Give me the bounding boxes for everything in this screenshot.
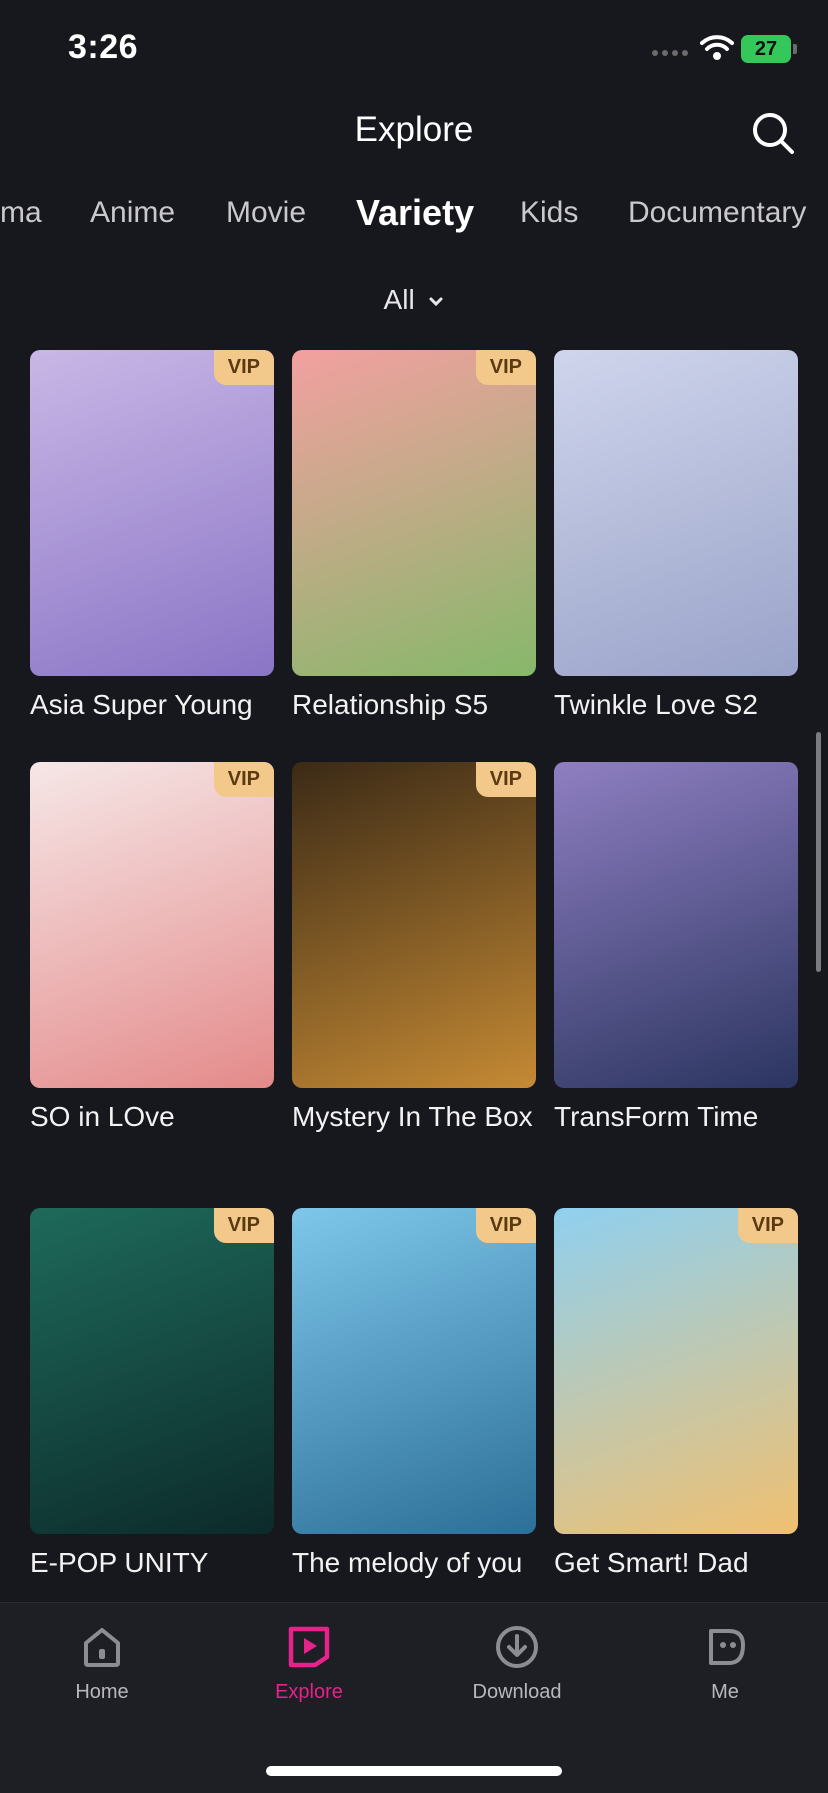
show-card[interactable]: TransForm Time [554, 762, 798, 1134]
show-poster[interactable] [554, 350, 798, 676]
filter-label: All [383, 284, 415, 315]
nav-download[interactable]: Download [442, 1623, 592, 1704]
vip-badge: VIP [475, 350, 536, 385]
nav-explore[interactable]: Explore [234, 1623, 384, 1704]
wifi-icon [700, 35, 734, 60]
nav-home-label: Home [75, 1681, 129, 1703]
battery-icon: 27 [741, 35, 791, 63]
show-card[interactable]: VIP Relationship S5 [292, 350, 536, 722]
home-indicator [266, 1766, 562, 1776]
poster-image [292, 350, 536, 676]
download-icon [496, 1626, 538, 1668]
show-title: The melody of you [292, 1547, 523, 1578]
show-poster[interactable]: VIP [30, 350, 274, 676]
show-card[interactable]: VIP SO in LOve [30, 762, 274, 1134]
show-poster[interactable]: VIP [554, 1208, 798, 1534]
battery-cap [793, 44, 797, 54]
show-title: Relationship S5 [292, 689, 489, 720]
tab-anime[interactable]: Anime [90, 196, 175, 230]
vip-badge: VIP [475, 762, 536, 797]
vip-badge: VIP [213, 350, 274, 385]
cellular-signal-icon [652, 50, 688, 56]
nav-home[interactable]: Home [27, 1623, 177, 1704]
tab-documentary[interactable]: Documentary [628, 196, 806, 230]
bottom-nav: Home Explore Download Me [0, 1602, 828, 1793]
tab-variety[interactable]: Variety [356, 196, 474, 234]
show-title: Asia Super Young [30, 689, 253, 720]
status-time: 3:26 [68, 28, 139, 66]
nav-explore-label: Explore [275, 1681, 343, 1703]
tab-kids[interactable]: Kids [520, 196, 578, 230]
show-poster[interactable]: VIP [292, 1208, 536, 1534]
poster-image [30, 1208, 274, 1534]
show-poster[interactable]: VIP [30, 1208, 274, 1534]
vip-badge: VIP [213, 1208, 274, 1243]
nav-me-label: Me [711, 1681, 739, 1703]
category-tabs: ma Anime Movie Variety Kids Documentary [0, 196, 828, 246]
show-card[interactable]: VIP Mystery In The Box [292, 762, 536, 1134]
show-card[interactable]: VIP E-POP UNITY [30, 1208, 274, 1580]
show-poster[interactable]: VIP [292, 762, 536, 1088]
nav-download-label: Download [472, 1681, 562, 1703]
nav-me[interactable]: Me [650, 1623, 800, 1704]
show-poster[interactable]: VIP [292, 350, 536, 676]
chevron-down-icon [429, 297, 443, 306]
status-bar: 3:26 27 [0, 0, 828, 100]
poster-image [30, 762, 274, 1088]
show-title: Mystery In The Box [292, 1101, 533, 1132]
show-title: E-POP UNITY [30, 1547, 209, 1578]
show-card[interactable]: VIP Get Smart! Dad [554, 1208, 798, 1580]
tab-drama[interactable]: ma [0, 196, 42, 230]
poster-image [554, 350, 798, 676]
poster-image [554, 762, 798, 1088]
show-grid: VIP Asia Super Young VIP Relationship S5 Twi… [30, 350, 800, 1598]
show-card[interactable]: VIP Asia Super Young [30, 350, 274, 722]
poster-image [292, 1208, 536, 1534]
poster-image [30, 350, 274, 676]
vip-badge: VIP [213, 762, 274, 797]
scrollbar[interactable] [816, 732, 821, 972]
show-title: Twinkle Love S2 [554, 689, 758, 720]
explore-icon [288, 1626, 330, 1668]
show-title: TransForm Time [554, 1101, 759, 1132]
show-title: SO in LOve [30, 1101, 175, 1132]
show-card[interactable]: Twinkle Love S2 [554, 350, 798, 722]
search-icon[interactable] [750, 110, 796, 156]
show-title: Get Smart! Dad [554, 1547, 749, 1578]
filter-dropdown[interactable]: All [0, 284, 828, 316]
show-card[interactable]: VIP The melody of you [292, 1208, 536, 1580]
me-icon [709, 1629, 745, 1665]
poster-image [554, 1208, 798, 1534]
page-title: Explore [354, 110, 474, 149]
vip-badge: VIP [737, 1208, 798, 1243]
show-poster[interactable] [554, 762, 798, 1088]
home-icon [84, 1628, 120, 1667]
tab-movie[interactable]: Movie [226, 196, 306, 230]
poster-image [292, 762, 536, 1088]
show-poster[interactable]: VIP [30, 762, 274, 1088]
vip-badge: VIP [475, 1208, 536, 1243]
